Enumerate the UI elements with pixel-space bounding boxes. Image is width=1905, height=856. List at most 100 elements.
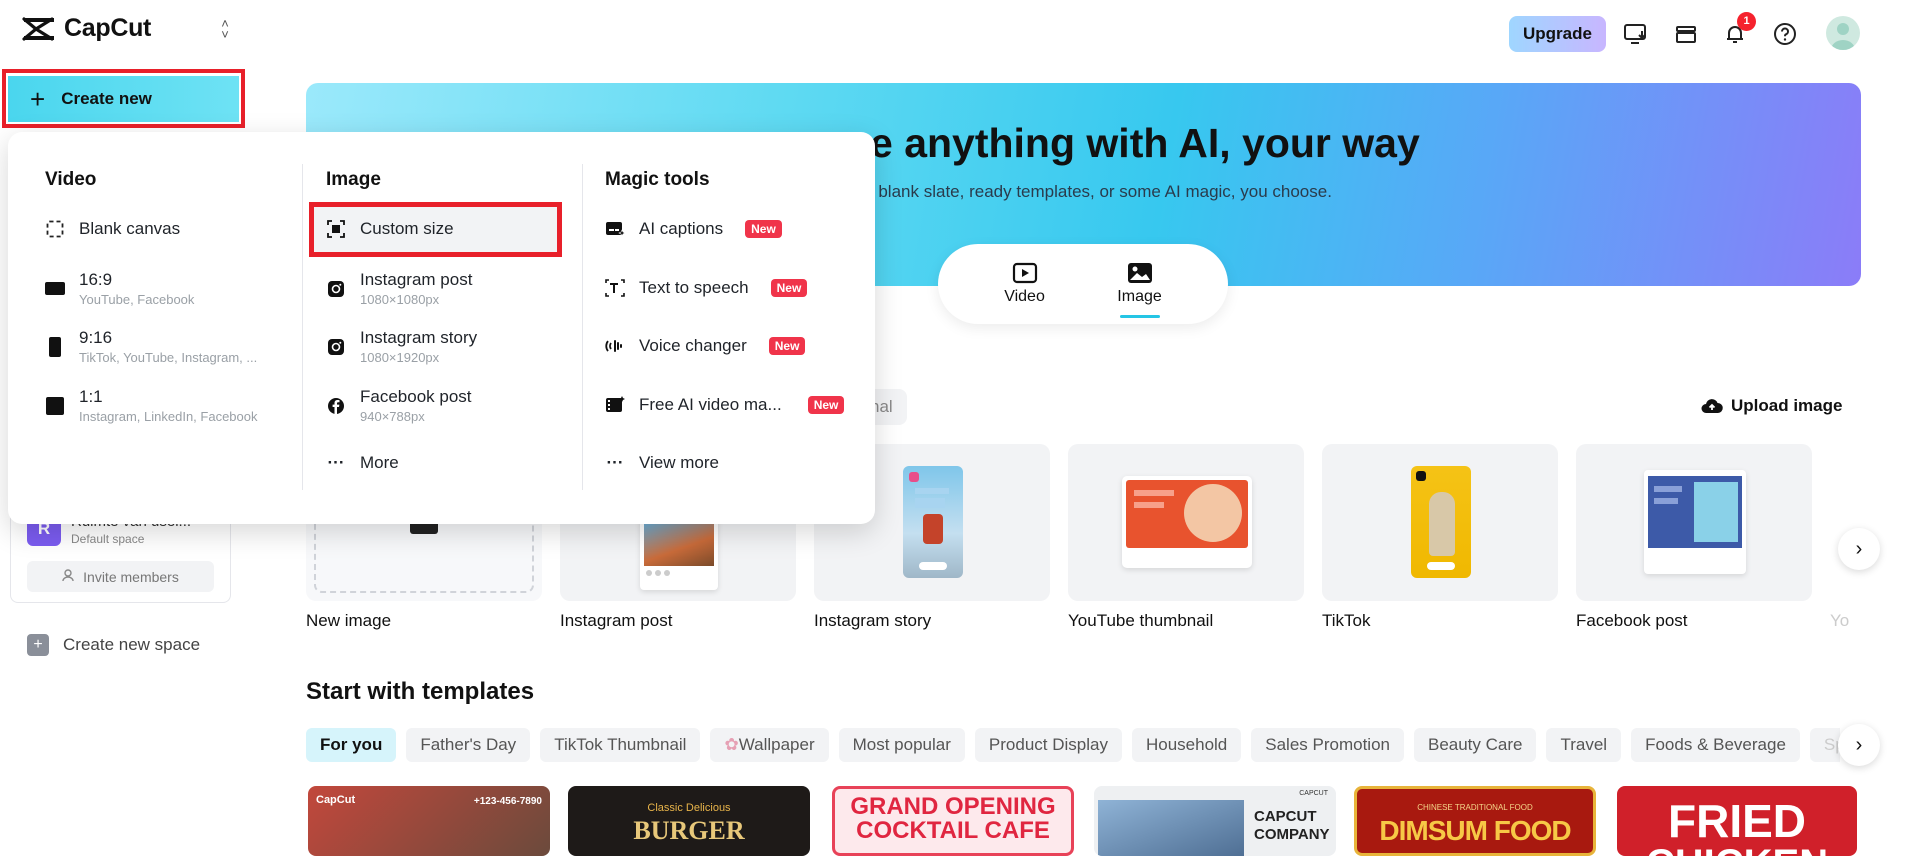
workspace-switch-icon[interactable]: ˄ ˅ xyxy=(216,17,234,41)
tab-most-popular[interactable]: Most popular xyxy=(838,728,965,762)
template-thumb[interactable]: CAPCUT CAPCUT COMPANY xyxy=(1094,786,1336,856)
ellipsis-icon: ··· xyxy=(606,453,624,472)
plus-square-icon: + xyxy=(27,634,49,656)
card-label-youtube-thumbnail: YouTube thumbnail xyxy=(1068,611,1214,630)
blank-canvas-label: Blank canvas xyxy=(79,219,181,238)
create-new-button[interactable]: + Create new xyxy=(8,76,239,122)
upload-image-label: Upload image xyxy=(1731,396,1843,415)
tab-image[interactable]: Image xyxy=(1117,262,1162,318)
template-thumb[interactable]: Classic Delicious BURGER xyxy=(568,786,810,856)
avatar[interactable] xyxy=(1826,16,1860,50)
tab-foods-beverage[interactable]: Foods & Beverage xyxy=(1631,728,1800,762)
voice-changer-item[interactable]: Voice changer New xyxy=(605,336,806,356)
tab-video[interactable]: Video xyxy=(1004,262,1045,306)
custom-size-item[interactable]: Custom size xyxy=(326,219,454,239)
ratio-9-16-item[interactable]: 9:16 TikTok, YouTube, Instagram, ... xyxy=(45,328,257,365)
tab-sales-promotion[interactable]: Sales Promotion xyxy=(1251,728,1404,762)
invite-members-button[interactable]: Invite members xyxy=(27,561,214,592)
template-thumb-line2: COCKTAIL CAFE xyxy=(856,817,1050,844)
template-category-tabs: For you Father's Day TikTok Thumbnail ✿W… xyxy=(306,728,1840,762)
free-ai-video-maker-item[interactable]: Free AI video ma... New xyxy=(605,395,845,415)
template-thumb[interactable]: FRIED CHICKEN xyxy=(1617,786,1857,856)
template-thumb-big: BURGER xyxy=(633,816,745,845)
template-thumb-small: CHINESE TRADITIONAL FOOD xyxy=(1417,803,1533,812)
stack-icon[interactable] xyxy=(1670,18,1702,50)
more-label: More xyxy=(360,453,399,472)
capcut-logo-icon xyxy=(22,16,54,41)
add-user-icon xyxy=(62,568,75,585)
hero-title: e anything with AI, your way xyxy=(870,120,1420,166)
tab-product-display[interactable]: Product Display xyxy=(974,728,1122,762)
tab-for-you[interactable]: For you xyxy=(306,728,397,762)
tab-beauty-care[interactable]: Beauty Care xyxy=(1413,728,1537,762)
monitor-download-icon[interactable] xyxy=(1620,18,1652,50)
tiktok-card[interactable] xyxy=(1322,444,1558,601)
square-icon xyxy=(45,396,65,415)
template-thumb[interactable]: GRAND OPENING COCKTAIL CAFE xyxy=(832,786,1074,856)
instagram-story-item[interactable]: Instagram story 1080×1920px xyxy=(326,328,477,365)
facebook-post-item[interactable]: Facebook post 940×788px xyxy=(326,387,472,424)
tab-wallpaper-label: Wallpaper xyxy=(738,735,815,754)
create-new-space-button[interactable]: + Create new space xyxy=(27,634,200,656)
template-thumb-big: FRIED xyxy=(1668,795,1806,847)
tab-video-label: Video xyxy=(1004,288,1045,305)
text-to-speech-item[interactable]: Text to speech New xyxy=(605,278,808,298)
templates-next-button[interactable]: › xyxy=(1838,724,1880,766)
youtube-thumbnail-card[interactable] xyxy=(1068,444,1304,601)
resize-frame-icon xyxy=(326,220,346,238)
template-thumb-big: DIMSUM FOOD xyxy=(1379,815,1571,846)
instagram-post-sub: 1080×1080px xyxy=(360,292,440,307)
facebook-post-card[interactable] xyxy=(1576,444,1812,601)
upload-image-button[interactable]: Upload image xyxy=(1701,396,1842,416)
template-thumb-big2: CHICKEN xyxy=(1617,844,1857,856)
instagram-icon xyxy=(326,338,346,356)
film-ai-icon xyxy=(605,396,625,414)
instagram-post-item[interactable]: Instagram post 1080×1080px xyxy=(326,270,472,307)
free-ai-video-maker-label: Free AI video ma... xyxy=(639,395,782,414)
blank-canvas-item[interactable]: Blank canvas xyxy=(45,219,180,239)
tab-wallpaper[interactable]: ✿Wallpaper xyxy=(710,728,829,762)
ratio-1-1-item[interactable]: 1:1 Instagram, LinkedIn, Facebook xyxy=(45,387,258,424)
card-label-facebook-post: Facebook post xyxy=(1576,611,1688,630)
facebook-icon xyxy=(326,397,346,415)
tab-tiktok-thumbnail[interactable]: TikTok Thumbnail xyxy=(540,728,701,762)
video-column-heading: Video xyxy=(45,169,97,190)
instagram-icon xyxy=(326,280,346,298)
new-badge: New xyxy=(745,220,782,238)
logo-text: CapCut xyxy=(64,14,152,42)
space-sub: Default space xyxy=(71,531,145,546)
ratio-16-9-item[interactable]: 16:9 YouTube, Facebook xyxy=(45,270,194,307)
text-to-speech-label: Text to speech xyxy=(639,278,749,297)
ai-captions-item[interactable]: AI captions New xyxy=(605,219,782,239)
carousel-next-button[interactable]: › xyxy=(1838,528,1880,570)
facebook-post-sub: 940×788px xyxy=(360,409,425,424)
instagram-post-label: Instagram post xyxy=(360,270,473,289)
cloud-upload-icon xyxy=(1701,399,1723,413)
ratio-1-1-label: 1:1 xyxy=(79,387,103,406)
help-icon[interactable] xyxy=(1769,18,1801,50)
template-thumb[interactable]: CapCut +123-456-7890 xyxy=(308,786,550,856)
chevron-right-icon: › xyxy=(1855,537,1863,560)
new-badge: New xyxy=(807,396,845,414)
template-thumb-line1: GRAND OPENING xyxy=(850,793,1056,820)
tab-household[interactable]: Household xyxy=(1131,728,1242,762)
dashed-square-icon xyxy=(45,220,65,238)
card-label-partial: Yo xyxy=(1830,611,1850,630)
more-item[interactable]: ··· More xyxy=(326,453,399,473)
hero-tab-switcher: Video Image xyxy=(938,244,1228,324)
view-more-item[interactable]: ··· View more xyxy=(605,453,720,473)
custom-size-label: Custom size xyxy=(360,219,454,238)
template-thumb-phone: +123-456-7890 xyxy=(473,796,542,807)
notification-badge: 1 xyxy=(1737,12,1756,31)
tab-spring[interactable]: Sprin xyxy=(1809,728,1840,762)
ratio-16-9-label: 16:9 xyxy=(79,270,113,289)
template-thumb-line1: CAPCUT xyxy=(1254,808,1317,825)
template-thumb[interactable]: CHINESE TRADITIONAL FOOD DIMSUM FOOD xyxy=(1354,786,1596,856)
tab-fathers-day[interactable]: Father's Day xyxy=(406,728,531,762)
landscape-icon xyxy=(45,282,65,295)
capcut-logo[interactable]: CapCut xyxy=(22,14,151,43)
ai-captions-label: AI captions xyxy=(639,219,724,238)
upgrade-button[interactable]: Upgrade xyxy=(1509,16,1606,52)
tab-travel[interactable]: Travel xyxy=(1546,728,1622,762)
view-more-label: View more xyxy=(639,453,719,472)
